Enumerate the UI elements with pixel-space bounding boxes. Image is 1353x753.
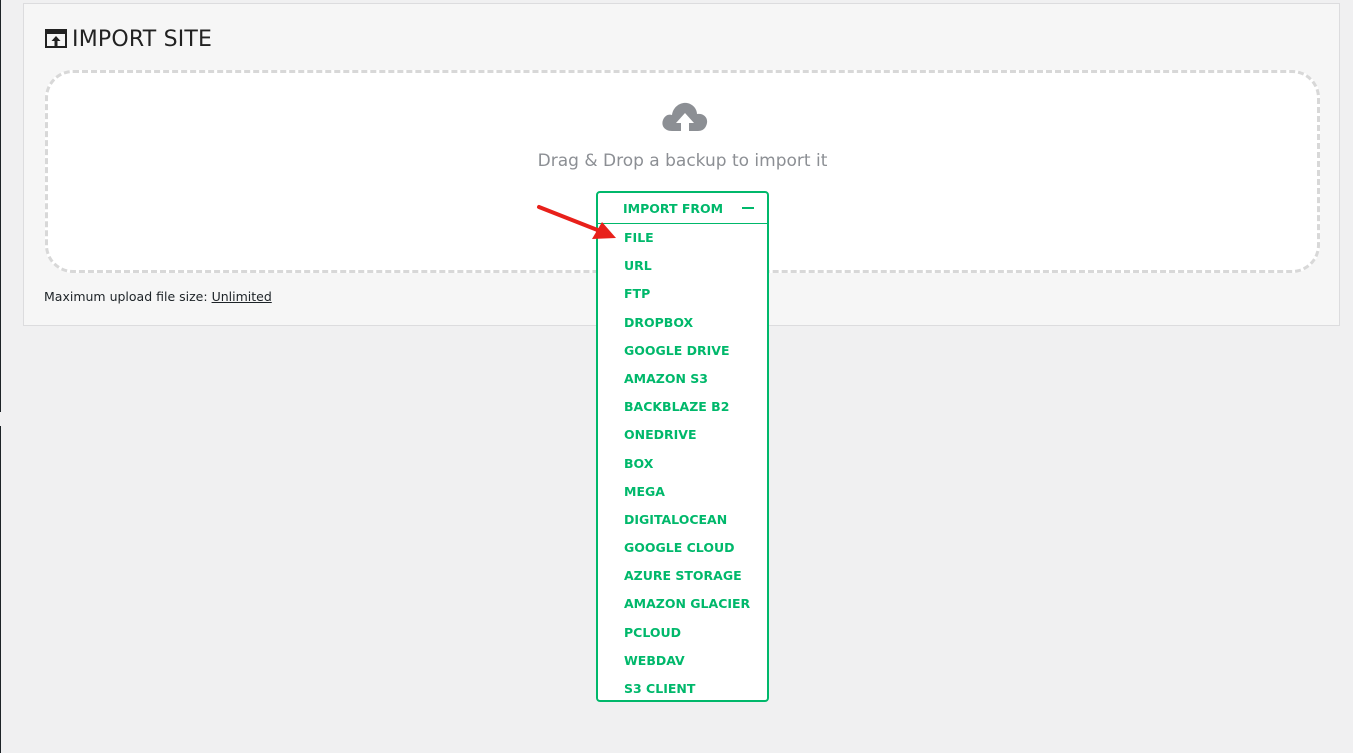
import-option-google-drive[interactable]: GOOGLE DRIVE	[598, 337, 767, 365]
import-option-mega[interactable]: MEGA	[598, 478, 767, 506]
upload-limit: Maximum upload file size: Unlimited	[44, 289, 272, 304]
import-option-google-cloud[interactable]: GOOGLE CLOUD	[598, 534, 767, 562]
upload-limit-link[interactable]: Unlimited	[212, 289, 272, 304]
import-option-file[interactable]: FILE	[598, 224, 767, 252]
import-option-pcloud[interactable]: PCLOUD	[598, 619, 767, 647]
import-option-amazon-s3[interactable]: AMAZON S3	[598, 365, 767, 393]
import-option-box[interactable]: BOX	[598, 450, 767, 478]
import-option-webdav[interactable]: WEBDAV	[598, 647, 767, 675]
import-option-backblaze-b2[interactable]: BACKBLAZE B2	[598, 393, 767, 421]
import-option-amazon-glacier[interactable]: AMAZON GLACIER	[598, 590, 767, 618]
window-edge	[0, 0, 1, 412]
import-option-s3-client[interactable]: S3 CLIENT	[598, 675, 767, 703]
upload-limit-label: Maximum upload file size:	[44, 289, 208, 304]
cloud-upload-icon	[660, 100, 710, 140]
minus-icon	[742, 207, 755, 209]
import-option-url[interactable]: URL	[598, 252, 767, 280]
dropzone-instructions: Drag & Drop a backup to import it	[537, 151, 828, 171]
import-from-dropdown: IMPORT FROM FILE URL FTP DROPBOX GOOGLE …	[596, 191, 769, 702]
import-from-label: IMPORT FROM	[623, 200, 724, 216]
import-source-list: FILE URL FTP DROPBOX GOOGLE DRIVE AMAZON…	[598, 224, 767, 703]
import-option-onedrive[interactable]: ONEDRIVE	[598, 421, 767, 449]
import-option-dropbox[interactable]: DROPBOX	[598, 309, 767, 337]
window-edge	[0, 426, 1, 753]
import-option-digitalocean[interactable]: DIGITALOCEAN	[598, 506, 767, 534]
import-from-toggle[interactable]: IMPORT FROM	[598, 193, 767, 224]
page-title: IMPORT SITE	[44, 24, 212, 54]
import-site-icon	[44, 27, 68, 51]
import-option-azure-storage[interactable]: AZURE STORAGE	[598, 562, 767, 590]
import-option-ftp[interactable]: FTP	[598, 280, 767, 308]
page-title-text: IMPORT SITE	[72, 26, 213, 52]
